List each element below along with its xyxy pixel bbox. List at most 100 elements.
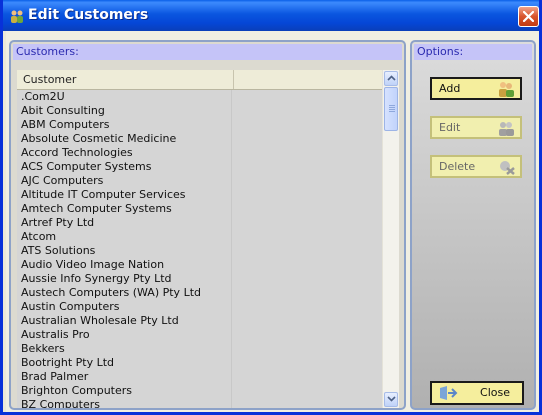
customers-grid[interactable]: Customer .Com2U Abit Consulting ABM Comput… xyxy=(17,70,399,408)
column-divider xyxy=(231,216,232,230)
customer-name: Australis Pro xyxy=(21,328,90,341)
table-row[interactable]: ATS Solutions xyxy=(17,244,383,258)
customer-name: AJC Computers xyxy=(21,174,104,187)
chevron-up-icon xyxy=(387,75,396,81)
customer-name: Amtech Computer Systems xyxy=(21,202,172,215)
table-row[interactable]: Accord Technologies xyxy=(17,146,383,160)
customer-name: BZ Computers xyxy=(21,398,100,408)
column-divider xyxy=(231,174,232,188)
column-divider xyxy=(231,188,232,202)
table-row[interactable]: AJC Computers xyxy=(17,174,383,188)
column-divider xyxy=(231,244,232,258)
close-label: Close xyxy=(480,386,510,399)
customer-name: Austech Computers (WA) Pty Ltd xyxy=(21,286,201,299)
close-button[interactable]: Close xyxy=(430,381,524,405)
scroll-down-button[interactable] xyxy=(384,392,398,407)
table-row[interactable]: Australian Wholesale Pty Ltd xyxy=(17,314,383,328)
add-button[interactable]: Add xyxy=(430,77,522,100)
options-panel-header: Options: xyxy=(414,44,532,60)
client-area: Customers: Customer .Com2U Abit Consultin… xyxy=(6,31,539,412)
column-divider xyxy=(231,286,232,300)
column-divider xyxy=(231,230,232,244)
column-divider xyxy=(231,118,232,132)
options-panel: Options: Add Edit Delete Close xyxy=(410,40,536,410)
customer-name: Abit Consulting xyxy=(21,104,105,117)
customers-panel-header: Customers: xyxy=(13,44,402,60)
delete-label: Delete xyxy=(439,160,476,173)
table-row[interactable]: Austin Computers xyxy=(17,300,383,314)
edit-person-icon xyxy=(497,120,515,142)
table-row[interactable]: Bekkers xyxy=(17,342,383,356)
column-divider xyxy=(231,356,232,370)
customer-name: Brighton Computers xyxy=(21,384,133,397)
customers-panel: Customers: Customer .Com2U Abit Consultin… xyxy=(9,40,406,410)
table-row[interactable]: Abit Consulting xyxy=(17,104,383,118)
close-icon xyxy=(523,11,534,22)
table-row[interactable]: ACS Computer Systems xyxy=(17,160,383,174)
customer-name: .Com2U xyxy=(21,90,65,103)
table-row[interactable]: Aussie Info Synergy Pty Ltd xyxy=(17,272,383,286)
vertical-scrollbar[interactable] xyxy=(382,70,399,408)
window-close-button[interactable] xyxy=(518,6,539,27)
customer-name: Brad Palmer xyxy=(21,370,89,383)
column-divider xyxy=(231,90,232,104)
column-divider xyxy=(231,398,232,408)
delete-button[interactable]: Delete xyxy=(430,155,522,178)
title-bar[interactable]: Edit Customers xyxy=(3,0,539,31)
table-row[interactable]: Brad Palmer xyxy=(17,370,383,384)
table-row[interactable]: Amtech Computer Systems xyxy=(17,202,383,216)
customer-name: Australian Wholesale Pty Ltd xyxy=(21,314,179,327)
column-divider xyxy=(231,132,232,146)
customer-name: ABM Computers xyxy=(21,118,110,131)
table-row[interactable]: Bootright Pty Ltd xyxy=(17,356,383,370)
customer-name: Atcom xyxy=(21,230,57,243)
customer-name: Aussie Info Synergy Pty Ltd xyxy=(21,272,172,285)
column-divider xyxy=(231,104,232,118)
customer-name: Accord Technologies xyxy=(21,146,133,159)
customer-name: Bootright Pty Ltd xyxy=(21,356,115,369)
column-divider xyxy=(231,314,232,328)
exit-door-icon xyxy=(438,386,458,407)
chevron-down-icon xyxy=(387,396,396,402)
grid-header: Customer xyxy=(17,70,383,90)
edit-label: Edit xyxy=(439,121,461,134)
column-divider xyxy=(231,146,232,160)
column-divider xyxy=(231,258,232,272)
column-divider xyxy=(231,370,232,384)
customer-rows: .Com2U Abit Consulting ABM Computers Absolu… xyxy=(17,90,383,408)
table-row[interactable]: Altitude IT Computer Services xyxy=(17,188,383,202)
customer-name: Austin Computers xyxy=(21,300,120,313)
table-row[interactable]: Absolute Cosmetic Medicine xyxy=(17,132,383,146)
table-row[interactable]: Austech Computers (WA) Pty Ltd xyxy=(17,286,383,300)
window-title: Edit Customers xyxy=(28,7,149,23)
table-row[interactable]: .Com2U xyxy=(17,90,383,104)
table-row[interactable]: Audio Video Image Nation xyxy=(17,258,383,272)
table-row[interactable]: Atcom xyxy=(17,230,383,244)
scroll-up-button[interactable] xyxy=(384,71,398,86)
edit-customers-window: Edit Customers Customers: Customer .Com2… xyxy=(0,0,542,415)
customer-name: Absolute Cosmetic Medicine xyxy=(21,132,177,145)
column-divider xyxy=(231,342,232,356)
table-row[interactable]: ABM Computers xyxy=(17,118,383,132)
table-row[interactable]: Artref Pty Ltd xyxy=(17,216,383,230)
column-divider xyxy=(231,202,232,216)
customer-name: ACS Computer Systems xyxy=(21,160,152,173)
table-row[interactable]: Australis Pro xyxy=(17,328,383,342)
column-divider xyxy=(231,328,232,342)
customer-name: Audio Video Image Nation xyxy=(21,258,165,271)
customer-column-header[interactable]: Customer xyxy=(17,70,234,89)
table-row[interactable]: BZ Computers xyxy=(17,398,383,408)
column-divider xyxy=(231,384,232,398)
column-divider xyxy=(231,160,232,174)
edit-button[interactable]: Edit xyxy=(430,116,522,139)
customer-name: ATS Solutions xyxy=(21,244,96,257)
scroll-thumb[interactable] xyxy=(384,87,398,131)
customer-name: Bekkers xyxy=(21,342,65,355)
delete-icon xyxy=(497,159,515,181)
customer-name: Artref Pty Ltd xyxy=(21,216,95,229)
add-person-icon xyxy=(497,81,515,103)
people-icon xyxy=(9,8,25,23)
customer-name: Altitude IT Computer Services xyxy=(21,188,186,201)
table-row[interactable]: Brighton Computers xyxy=(17,384,383,398)
column-divider xyxy=(231,272,232,286)
